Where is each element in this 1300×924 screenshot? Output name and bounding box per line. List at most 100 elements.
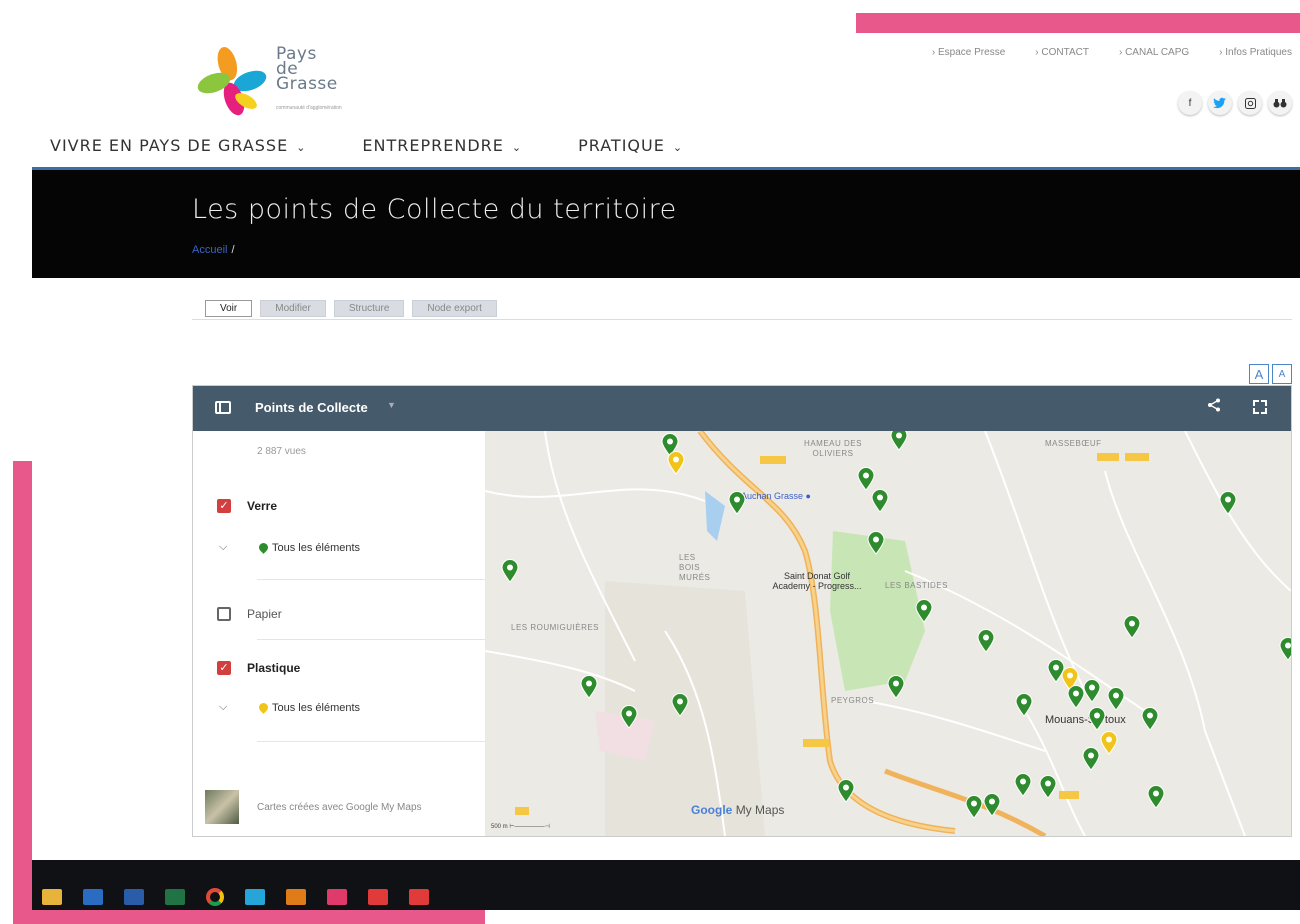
green-pin-icon[interactable] (915, 599, 933, 623)
google-my-maps-logo: Google My Maps (691, 803, 785, 817)
file-explorer-icon[interactable] (42, 889, 62, 905)
layer-label: Plastique (247, 661, 301, 675)
indesign-icon[interactable] (327, 889, 347, 905)
admin-tabs: Voir Modifier Structure Node export (205, 300, 497, 317)
yellow-pin-icon (257, 701, 270, 714)
breadcrumb-home-link[interactable]: Accueil (192, 244, 227, 256)
map-poi-label: Saint Donat Golf Academy - Progress... (772, 571, 862, 591)
map-title: Points de Collecte (255, 400, 368, 415)
green-pin-icon[interactable] (1123, 615, 1141, 639)
chevron-down-icon: ⌄ (296, 141, 307, 154)
link-contact[interactable]: CONTACT (1035, 47, 1089, 58)
logo-wordmark: Pays de Grasse (276, 44, 338, 94)
green-pin-icon[interactable] (580, 675, 598, 699)
chrome-icon[interactable] (206, 888, 224, 906)
green-pin-icon[interactable] (857, 467, 875, 491)
green-pin-icon[interactable] (983, 793, 1001, 817)
nav-pratique[interactable]: PRATIQUE ⌄ (578, 136, 683, 155)
green-pin-icon[interactable] (671, 693, 689, 717)
link-infos-pratiques[interactable]: Infos Pratiques (1219, 47, 1292, 58)
facebook-icon[interactable]: f (1178, 91, 1202, 115)
chevron-down-icon[interactable]: ⌵ (219, 541, 259, 554)
map-place-label: LES BASTIDES (885, 581, 948, 590)
green-pin-icon[interactable] (1082, 747, 1100, 771)
nav-entreprendre[interactable]: ENTREPRENDRE ⌄ (362, 136, 522, 155)
chevron-down-icon[interactable]: ▼ (387, 400, 396, 410)
green-pin-icon[interactable] (890, 431, 908, 451)
photoshop-icon[interactable] (245, 889, 265, 905)
nav-vivre-en-pays-de-grasse[interactable]: VIVRE EN PAYS DE GRASSE ⌄ (50, 136, 306, 155)
green-pin-icon[interactable] (965, 795, 983, 819)
green-pin-icon[interactable] (871, 489, 889, 513)
layer-divider (257, 741, 485, 742)
green-pin-icon[interactable] (1219, 491, 1237, 515)
chevron-down-icon[interactable]: ⌵ (219, 701, 259, 714)
font-increase-button[interactable]: A (1249, 364, 1269, 384)
twitter-icon[interactable] (1208, 91, 1232, 115)
layer-plastique-items[interactable]: ⌵ Tous les éléments (219, 701, 360, 714)
green-pin-icon[interactable] (1083, 679, 1101, 703)
layer-papier[interactable]: Papier (217, 607, 282, 621)
map-thumbnail (205, 790, 239, 824)
layer-verre[interactable]: ✓ Verre (217, 499, 277, 513)
layer-plastique[interactable]: ✓ Plastique (217, 661, 300, 675)
map-canvas[interactable]: HAMEAU DES OLIVIERS MASSEBŒUF Auchan Gra… (485, 431, 1291, 836)
breadcrumb: Accueil / (192, 244, 235, 256)
layer-items-label: Tous les éléments (272, 541, 361, 554)
tab-voir[interactable]: Voir (205, 300, 253, 317)
layer-divider (257, 639, 485, 640)
green-pin-icon[interactable] (1014, 773, 1032, 797)
main-navigation: VIVRE EN PAYS DE GRASSE ⌄ ENTREPRENDRE ⌄ P… (50, 136, 683, 155)
green-pin-icon[interactable] (867, 531, 885, 555)
map-poi-label: Auchan Grasse ● (741, 491, 811, 501)
green-pin-icon[interactable] (1015, 693, 1033, 717)
green-pin-icon[interactable] (728, 491, 746, 515)
flickr-binoculars-icon[interactable] (1268, 91, 1292, 115)
map-legend-panel: 2 887 vues ✓ Verre ⌵ Tous les éléments P… (193, 431, 486, 836)
checkbox-plastique[interactable]: ✓ (217, 661, 231, 675)
toggle-panel-icon[interactable] (215, 401, 231, 414)
green-pin-icon[interactable] (1107, 687, 1125, 711)
font-decrease-button[interactable]: A (1272, 364, 1292, 384)
camera-icon[interactable] (409, 889, 429, 905)
green-pin-icon[interactable] (837, 779, 855, 803)
checkbox-papier[interactable] (217, 607, 231, 621)
yellow-pin-icon[interactable] (1100, 731, 1118, 755)
green-pin-icon[interactable] (1088, 707, 1106, 731)
flower-logo-icon (197, 47, 267, 116)
green-pin-icon[interactable] (1039, 775, 1057, 799)
layer-items-label: Tous les éléments (272, 701, 361, 714)
taskbar-apps (42, 884, 429, 910)
green-pin-icon[interactable] (1279, 637, 1291, 661)
excel-icon[interactable] (165, 889, 185, 905)
fullscreen-icon[interactable] (1253, 400, 1267, 414)
link-canal-capg[interactable]: CANAL CAPG (1119, 47, 1189, 58)
outlook-icon[interactable] (83, 889, 103, 905)
tab-modifier[interactable]: Modifier (260, 300, 326, 317)
green-pin-icon[interactable] (977, 629, 995, 653)
green-pin-icon[interactable] (501, 559, 519, 583)
acrobat-icon[interactable] (368, 889, 388, 905)
map-place-label: PEYGROS (831, 696, 875, 705)
site-logo[interactable]: Pays de Grasse communauté d'agglomératio… (192, 41, 372, 121)
tab-node-export[interactable]: Node export (412, 300, 497, 317)
logo-subtitle: communauté d'agglomération (276, 105, 342, 111)
yellow-pin-icon[interactable] (667, 451, 685, 475)
green-pin-icon[interactable] (620, 705, 638, 729)
tab-structure[interactable]: Structure (333, 300, 405, 317)
map-place-label: HAMEAU DES OLIVIERS (804, 439, 862, 458)
checkbox-verre[interactable]: ✓ (217, 499, 231, 513)
green-pin-icon[interactable] (887, 675, 905, 699)
green-pin-icon[interactable] (1141, 707, 1159, 731)
credit-text: Cartes créées avec Google My Maps (257, 801, 422, 813)
map-poi-label: Mouans-Sartoux (1045, 714, 1126, 726)
share-icon[interactable] (1207, 398, 1221, 417)
instagram-icon[interactable] (1238, 91, 1262, 115)
map-place-label: LES BOIS MURÉS (679, 553, 711, 582)
word-icon[interactable] (124, 889, 144, 905)
layer-label: Papier (247, 607, 282, 621)
layer-verre-items[interactable]: ⌵ Tous les éléments (219, 541, 360, 554)
green-pin-icon[interactable] (1147, 785, 1165, 809)
link-espace-presse[interactable]: Espace Presse (932, 47, 1005, 58)
illustrator-icon[interactable] (286, 889, 306, 905)
